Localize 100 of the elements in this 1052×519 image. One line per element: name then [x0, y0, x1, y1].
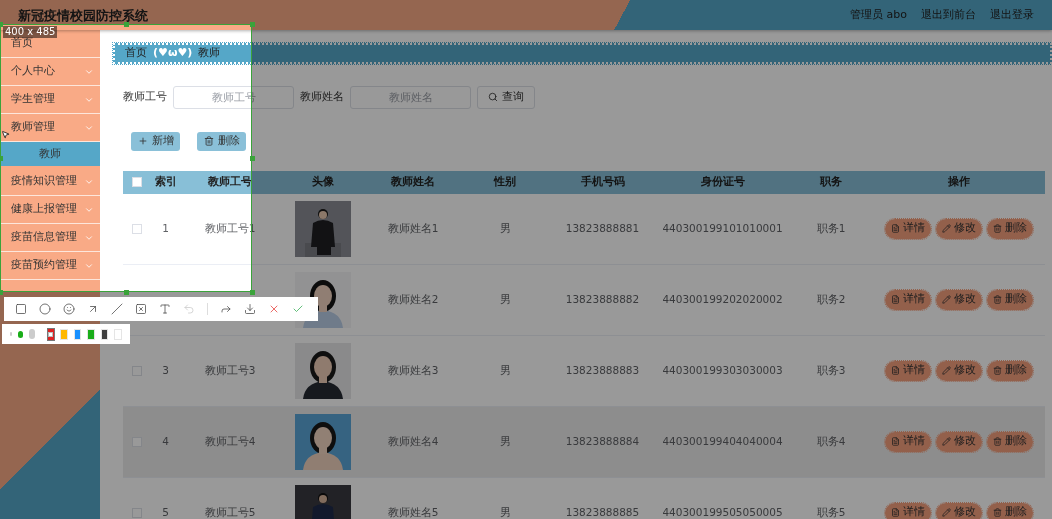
trash-icon	[992, 437, 1002, 446]
header-link[interactable]: 退出到前台	[921, 6, 976, 24]
pencil-icon	[941, 224, 951, 233]
table-cell-text: 440300199404040004	[662, 433, 783, 449]
column-header: 教师姓名	[391, 173, 435, 190]
check-icon[interactable]	[292, 303, 304, 315]
column-header: 头像	[312, 173, 334, 190]
breadcrumb-link[interactable]: 首页	[125, 45, 147, 62]
select-all-checkbox[interactable]	[132, 177, 142, 187]
row-action-button[interactable]: 详情	[884, 218, 931, 239]
color-swatch[interactable]	[87, 328, 95, 340]
column-header: 性别	[494, 173, 516, 190]
line-icon[interactable]	[111, 303, 123, 315]
table-cell: 男	[499, 504, 511, 519]
table-cell-text: 职务3	[816, 362, 846, 378]
table-cell-text: 职务4	[816, 433, 846, 449]
pencil-icon	[941, 508, 951, 517]
table-cell-text: 13823888881	[565, 220, 640, 236]
row-checkbox[interactable]	[132, 223, 142, 234]
breadcrumb-current: 教师	[198, 45, 221, 61]
color-swatch[interactable]	[73, 328, 82, 340]
document-icon	[890, 295, 900, 304]
document-icon	[890, 224, 900, 233]
table-cell-text: 3	[162, 362, 169, 378]
header-link[interactable]: 退出登录	[990, 6, 1034, 24]
color-swatch[interactable]	[60, 328, 68, 340]
trash-icon	[992, 295, 1002, 304]
row-action-button[interactable]: 删除	[986, 502, 1033, 519]
rectangle-icon[interactable]	[15, 303, 27, 315]
table-cell-text: 男	[499, 433, 511, 449]
close-icon[interactable]	[268, 303, 280, 315]
smiley-icon[interactable]	[63, 303, 75, 315]
trash-icon	[203, 136, 214, 146]
download-icon[interactable]	[244, 303, 256, 315]
search-icon	[488, 92, 498, 102]
column-header: 手机号码	[580, 173, 625, 190]
table-cell-text: 教师工号4	[204, 433, 256, 449]
add-button[interactable]: 新增	[131, 131, 180, 151]
table-cell-text: 教师姓名4	[387, 433, 439, 449]
table-cell-text: 4	[162, 433, 169, 449]
breadcrumb-separator: (♥ω♥)	[153, 45, 193, 61]
column-header: 操作	[947, 173, 970, 190]
row-action-button[interactable]: 修改	[935, 289, 982, 310]
plus-icon	[137, 136, 148, 146]
table-cell: 5	[162, 504, 169, 519]
redo-icon[interactable]	[220, 303, 232, 315]
column-header: 教师工号	[208, 173, 252, 190]
delete-button[interactable]: 删除	[197, 131, 246, 151]
color-swatch[interactable]	[47, 328, 55, 340]
table-cell-text: 男	[499, 362, 511, 378]
row-action-button[interactable]: 删除	[986, 289, 1033, 310]
table-cell: 440300199505050005	[662, 504, 783, 519]
search-button[interactable]: 查询	[477, 85, 535, 109]
column-header: 索引	[154, 173, 177, 190]
text-tool-icon[interactable]	[159, 303, 171, 315]
table-cell-text: 440300199202020002	[662, 291, 783, 307]
table-cell-text: 教师姓名2	[387, 291, 439, 307]
pencil-icon	[941, 437, 951, 446]
pencil-icon	[941, 295, 951, 304]
trash-icon	[992, 366, 1002, 375]
row-action-button[interactable]: 详情	[884, 431, 931, 452]
table-cell-text: 职务1	[816, 220, 846, 236]
arrow-icon[interactable]	[87, 303, 99, 315]
pencil-icon	[941, 366, 951, 375]
document-icon	[890, 366, 900, 375]
row-action-button[interactable]: 修改	[935, 218, 982, 239]
row-action-button[interactable]: 删除	[986, 218, 1033, 239]
table-cell: 职务5	[816, 504, 846, 519]
user-label: 管理员 abo	[850, 6, 907, 23]
column-header: 职务	[820, 173, 842, 190]
trash-icon	[992, 508, 1002, 517]
row-action-button[interactable]: 修改	[935, 502, 982, 519]
row-action-button[interactable]: 详情	[884, 502, 931, 519]
table-cell-text: 男	[499, 291, 511, 307]
table-cell-text: 男	[499, 220, 511, 236]
field-label: 教师姓名	[300, 88, 344, 105]
circle-icon[interactable]	[39, 303, 51, 315]
table-cell: 教师工号5	[204, 504, 256, 519]
row-action-button[interactable]: 修改	[935, 431, 982, 452]
color-swatch[interactable]	[100, 328, 109, 340]
trash-icon	[992, 224, 1002, 233]
document-icon	[890, 437, 900, 446]
table-cell: 13823888885	[565, 504, 640, 519]
row-action-button[interactable]: 删除	[986, 431, 1033, 452]
table-cell-text: 教师姓名1	[387, 220, 439, 236]
field-label: 教师工号	[123, 88, 167, 105]
color-swatch[interactable]	[114, 328, 122, 340]
table-cell-text: 440300199303030003	[662, 362, 783, 378]
selection-size-label: 400 x 485	[3, 26, 58, 38]
menu-item[interactable]: 教师	[0, 142, 100, 166]
row-action-button[interactable]: 详情	[884, 360, 931, 381]
row-action-button[interactable]: 修改	[935, 360, 982, 381]
mosaic-icon[interactable]	[135, 303, 147, 315]
row-action-button[interactable]: 删除	[986, 360, 1033, 381]
table-cell-text: 1	[162, 220, 169, 236]
column-header: 身份证号	[700, 173, 745, 190]
table-cell-text: 教师姓名3	[387, 362, 439, 378]
table-cell: 教师姓名5	[387, 504, 439, 519]
table-cell-text: 13823888882	[565, 291, 640, 307]
row-action-button[interactable]: 详情	[884, 289, 931, 310]
